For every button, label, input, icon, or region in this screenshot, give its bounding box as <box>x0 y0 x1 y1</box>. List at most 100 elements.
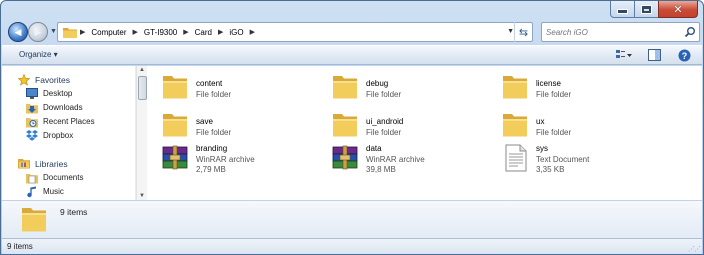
file-list: content File folder debug File folder lice… <box>152 66 702 200</box>
file-item[interactable]: sys Text Document 3,35 KB <box>500 142 660 176</box>
breadcrumb-item[interactable]: Computer <box>91 28 126 37</box>
address-history-dropdown[interactable]: ▼ <box>507 28 514 35</box>
sidebar-heading-label: Favorites <box>35 74 70 85</box>
refresh-button[interactable]: ⇆ <box>514 22 532 42</box>
file-type: File folder <box>366 127 402 137</box>
file-name: ux <box>536 117 545 126</box>
sidebar-item-libraries[interactable]: Libraries <box>18 157 68 170</box>
sidebar-item-downloads[interactable]: Downloads <box>26 101 83 114</box>
organize-menu-button[interactable]: Organize ▾ <box>19 50 58 59</box>
folder-icon <box>503 114 527 137</box>
folder-icon <box>333 76 357 99</box>
file-type: WinRAR archive <box>196 154 255 164</box>
preview-pane-icon <box>647 49 661 61</box>
dropbox-icon <box>26 130 38 142</box>
file-type: File folder <box>196 89 232 99</box>
file-size: 2,79 MB <box>196 165 226 174</box>
file-item[interactable]: ui_android File folder <box>330 108 490 142</box>
winrar-archive-icon <box>162 145 188 170</box>
forward-button[interactable]: ▶ <box>28 22 48 42</box>
breadcrumb-chevron-icon[interactable]: ▶ <box>250 28 255 36</box>
scroll-up-arrow-icon[interactable]: ▲ <box>139 67 145 73</box>
close-icon: ✕ <box>673 3 683 16</box>
help-button[interactable]: ? <box>676 48 692 62</box>
file-item[interactable]: save File folder <box>160 108 320 142</box>
sidebar-item-desktop[interactable]: Desktop <box>26 87 72 100</box>
view-controls: ? <box>616 48 692 62</box>
command-bar: Organize ▾ ? <box>2 45 702 65</box>
minimize-icon <box>617 9 628 14</box>
libraries-icon <box>18 158 30 170</box>
file-size: 39,8 MB <box>366 165 396 174</box>
file-item[interactable]: branding WinRAR archive 2,79 MB <box>160 142 320 176</box>
search-box[interactable] <box>541 22 700 42</box>
file-name: license <box>536 79 561 88</box>
breadcrumb-item[interactable]: iGO <box>229 28 243 37</box>
folder-icon <box>63 27 77 38</box>
file-name: debug <box>366 79 389 88</box>
recent-pages-dropdown[interactable]: ▼ <box>50 28 57 35</box>
breadcrumb-item[interactable]: GT-I9300 <box>144 28 177 37</box>
sidebar-item-label: Downloads <box>43 103 83 112</box>
back-arrow-icon: ◀ <box>14 26 22 37</box>
folder-icon <box>163 114 187 137</box>
folder-icon <box>163 76 187 99</box>
back-button[interactable]: ◀ <box>8 22 28 42</box>
sidebar-item-favorites[interactable]: Favorites <box>18 73 70 86</box>
svg-text:?: ? <box>681 51 687 61</box>
breadcrumb-chevron-icon[interactable]: ▶ <box>183 28 188 36</box>
minimize-button[interactable] <box>610 1 634 18</box>
sidebar-heading-label: Libraries <box>35 158 68 169</box>
desktop-icon <box>26 88 38 100</box>
sidebar-item-label: Music <box>43 187 64 196</box>
sidebar-item-label: Recent Places <box>43 117 95 126</box>
breadcrumb-root-chevron-icon[interactable]: ▶ <box>80 28 85 36</box>
star-icon <box>18 73 30 86</box>
file-name: data <box>366 144 382 153</box>
sidebar-item-music[interactable]: Music <box>26 185 64 198</box>
status-bar: 9 items ⋰⋰ <box>2 238 702 254</box>
file-type: WinRAR archive <box>366 154 425 164</box>
help-icon: ? <box>678 49 690 61</box>
music-icon <box>26 186 38 198</box>
breadcrumb-chevron-icon[interactable]: ▶ <box>218 28 223 36</box>
search-input[interactable] <box>546 23 684 41</box>
file-name: ui_android <box>366 117 404 126</box>
address-bar[interactable]: ▶ Computer ▶ GT-I9300 ▶ Card ▶ iGO ▶ ▼ ⇆ <box>57 22 533 42</box>
maximize-button[interactable] <box>634 1 658 18</box>
details-pane: 9 items <box>2 200 702 238</box>
file-item[interactable]: debug File folder <box>330 70 490 104</box>
navigation-bar: ◀ ▶ ▼ ▶ Computer ▶ GT-I9300 ▶ Card ▶ iGO… <box>8 21 700 43</box>
search-icon <box>684 27 695 38</box>
content-area: Favorites Desktop Downloads Recent Place… <box>2 66 702 200</box>
file-name: sys <box>536 144 548 153</box>
file-name: content <box>196 79 223 88</box>
sidebar-item-documents[interactable]: Documents <box>26 171 83 184</box>
resize-grip-icon[interactable]: ⋰⋰ <box>688 245 701 253</box>
file-item[interactable]: content File folder <box>160 70 320 104</box>
folder-icon <box>22 208 46 232</box>
preview-pane-button[interactable] <box>646 48 662 62</box>
breadcrumb: Computer ▶ GT-I9300 ▶ Card ▶ iGO ▶ <box>91 28 261 37</box>
file-name: save <box>196 117 213 126</box>
change-view-button[interactable] <box>616 48 632 62</box>
scroll-down-arrow-icon[interactable]: ▼ <box>139 193 145 199</box>
sidebar-item-recent-places[interactable]: Recent Places <box>26 115 95 128</box>
file-size: 3,35 KB <box>536 165 565 174</box>
file-item[interactable]: license File folder <box>500 70 660 104</box>
navigation-pane: Favorites Desktop Downloads Recent Place… <box>2 66 136 200</box>
breadcrumb-item[interactable]: Card <box>195 28 212 37</box>
file-item[interactable]: data WinRAR archive 39,8 MB <box>330 142 490 176</box>
breadcrumb-chevron-icon[interactable]: ▶ <box>133 28 138 36</box>
sidebar-item-dropbox[interactable]: Dropbox <box>26 129 73 142</box>
file-type: File folder <box>366 89 402 99</box>
file-type: File folder <box>536 127 572 137</box>
file-type: File folder <box>196 127 232 137</box>
navigation-pane-scrollbar[interactable]: ▲ ▼ <box>136 66 147 200</box>
caption-buttons: ✕ <box>610 1 698 18</box>
file-item[interactable]: ux File folder <box>500 108 660 142</box>
recent-places-icon <box>26 116 38 128</box>
refresh-icon: ⇆ <box>518 26 529 39</box>
scrollbar-thumb[interactable] <box>138 76 147 100</box>
close-button[interactable]: ✕ <box>658 1 698 18</box>
